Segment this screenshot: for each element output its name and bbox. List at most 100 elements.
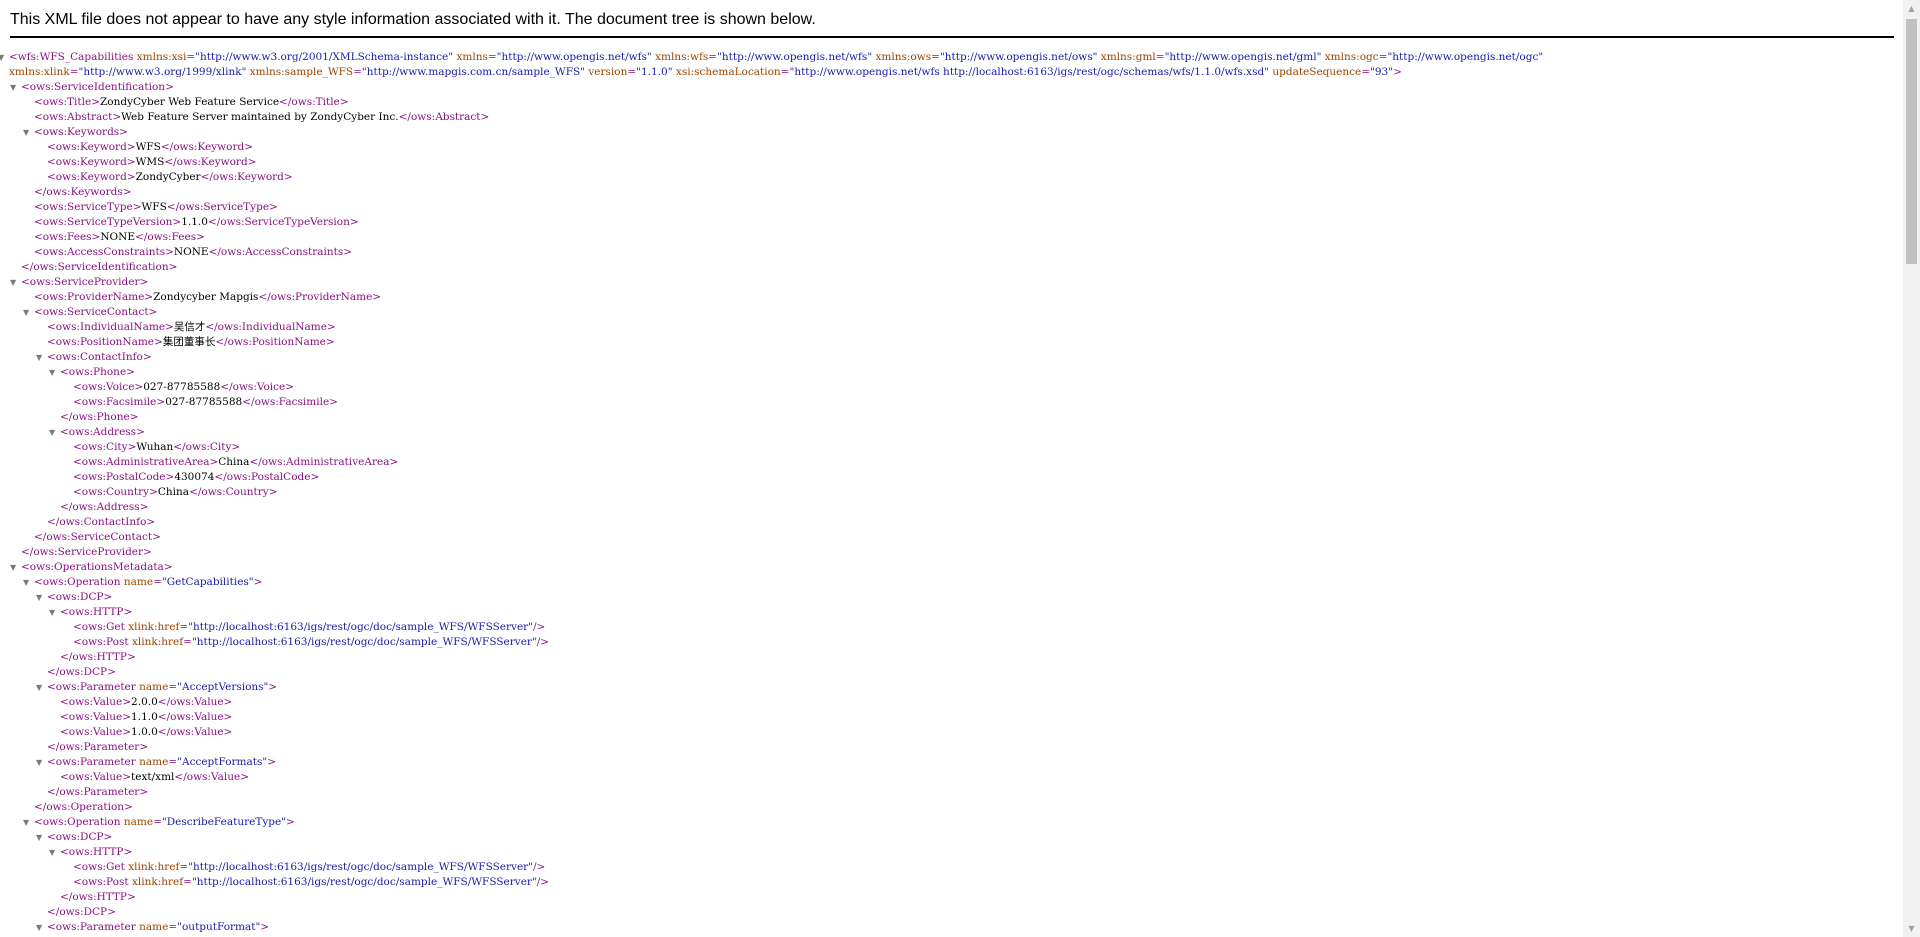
triangle-down-icon[interactable]: ▼ bbox=[49, 845, 60, 860]
triangle-down-icon[interactable]: ▼ bbox=[49, 365, 60, 380]
triangle-down-icon[interactable]: ▼ bbox=[10, 560, 21, 575]
triangle-down-icon[interactable]: ▼ bbox=[36, 680, 47, 695]
xml-element-line: <ows:Keyword>ZondyCyber</ows:Keyword> bbox=[9, 170, 1899, 185]
triangle-down-icon[interactable]: ▼ bbox=[36, 920, 47, 935]
triangle-down-icon[interactable]: ▼ bbox=[0, 50, 9, 65]
triangle-down-icon[interactable]: ▼ bbox=[36, 590, 47, 605]
xml-attr-name: version bbox=[588, 66, 628, 78]
xml-element-line: ▼ <ows:Address> bbox=[9, 425, 1899, 440]
xml-attr-name: xmlns:xlink bbox=[9, 66, 70, 78]
xml-close-tag: </ows:Abstract> bbox=[398, 111, 490, 123]
xml-attr-name: name bbox=[139, 756, 169, 768]
xml-close-tag: </ows:Value> bbox=[157, 696, 233, 708]
xml-close-tag: </ows:Country> bbox=[189, 486, 278, 498]
xml-open-tag: <ows:Parameter bbox=[47, 681, 136, 693]
xml-element-line: <ows:ProviderName>Zondycyber Mapgis</ows… bbox=[9, 290, 1899, 305]
xml-text-value: China bbox=[157, 486, 190, 498]
triangle-down-icon[interactable]: ▼ bbox=[36, 830, 47, 845]
triangle-down-icon[interactable]: ▼ bbox=[10, 80, 21, 95]
xml-close-tag: </ows:DCP> bbox=[47, 906, 116, 918]
xml-attr-name: xlink:href bbox=[131, 876, 184, 888]
xml-close-tag: </ows:Operation> bbox=[34, 801, 133, 813]
xml-text-value: 027-87785588 bbox=[165, 396, 243, 408]
xml-open-tag: <ows:Post bbox=[73, 876, 129, 888]
xml-element-line: </ows:Address> bbox=[9, 500, 1899, 515]
triangle-down-icon[interactable]: ▼ bbox=[10, 275, 21, 290]
xml-close-tag: </ows:Phone> bbox=[60, 411, 139, 423]
xml-text-value: 集团董事长 bbox=[162, 336, 216, 348]
xml-element-line: <ows:ServiceType>WFS</ows:ServiceType> bbox=[9, 200, 1899, 215]
xml-element-line: ▼ <ows:HTTP> bbox=[9, 845, 1899, 860]
triangle-down-icon[interactable]: ▼ bbox=[23, 815, 34, 830]
triangle-down-icon[interactable]: ▼ bbox=[49, 605, 60, 620]
xml-open-tag: <ows:Keywords> bbox=[34, 126, 128, 138]
xml-element-line: <ows:Value>2.0.0</ows:Value> bbox=[9, 695, 1899, 710]
xml-element-line: <ows:AdministrativeArea>China</ows:Admin… bbox=[9, 455, 1899, 470]
triangle-down-icon[interactable]: ▼ bbox=[36, 755, 47, 770]
xml-element-line: <ows:Keyword>WFS</ows:Keyword> bbox=[9, 140, 1899, 155]
xml-element-line: <ows:PositionName>集团董事长</ows:PositionNam… bbox=[9, 335, 1899, 350]
scroll-down-arrow-icon[interactable]: ▼ bbox=[1903, 920, 1920, 937]
xml-element-line: <ows:Get xlink:href="http://localhost:61… bbox=[73, 621, 546, 633]
xml-element-line: ▼ <ows:Parameter name="outputFormat"> bbox=[36, 920, 270, 935]
xml-element-line: ▼ <ows:Operation name="GetCapabilities"> bbox=[23, 575, 263, 590]
xml-open-tag: <ows:Keyword> bbox=[47, 156, 136, 168]
xml-close-tag: </ows:City> bbox=[173, 441, 241, 453]
xml-open-tag: <ows:OperationsMetadata> bbox=[21, 561, 173, 573]
xml-element-line: <ows:Value>1.1.0</ows:Value> bbox=[9, 710, 1899, 725]
xml-attr-value: "1.1.0" bbox=[636, 66, 673, 78]
xml-open-tag: <ows:ServiceContact> bbox=[34, 306, 158, 318]
xml-open-tag: <ows:Parameter bbox=[47, 921, 136, 933]
xml-text-value: ZondyCyber bbox=[135, 171, 201, 183]
scrollbar-thumb[interactable] bbox=[1906, 19, 1917, 264]
xml-attr-value: "http://www.opengis.net/wfs" bbox=[717, 51, 873, 63]
xml-open-tag: <ows:DCP> bbox=[47, 831, 113, 843]
xml-attr-value: "http://www.opengis.net/gml" bbox=[1164, 51, 1322, 63]
xml-attr-name: xmlns:sample_WFS bbox=[249, 66, 354, 78]
xml-attr-name: xsi:schemaLocation bbox=[675, 66, 781, 78]
xml-open-tag: <ows:Voice> bbox=[73, 381, 144, 393]
triangle-down-icon[interactable]: ▼ bbox=[49, 425, 60, 440]
xml-close-tag: </ows:Value> bbox=[174, 771, 249, 783]
xml-element-line: ▼ <ows:DCP> bbox=[9, 830, 1899, 845]
xml-attr-name: xmlns:ows bbox=[875, 51, 932, 63]
xml-element-line: ▼ <ows:ServiceContact> bbox=[9, 305, 1899, 320]
xml-element-line: </ows:ContactInfo> bbox=[9, 515, 1899, 530]
xml-attr-value: "http://www.opengis.net/ows" bbox=[939, 51, 1098, 63]
xml-open-tag: <ows:Abstract> bbox=[34, 111, 122, 123]
xml-open-tag: <ows:Get bbox=[73, 861, 125, 873]
xml-open-tag: <ows:Phone> bbox=[60, 366, 135, 378]
xml-close-tag: </ows:ServiceProvider> bbox=[21, 546, 152, 558]
triangle-down-icon[interactable]: ▼ bbox=[23, 575, 34, 590]
xml-tag-bracket: /> bbox=[533, 861, 546, 873]
xml-close-tag: </ows:ContactInfo> bbox=[47, 516, 156, 528]
triangle-down-icon[interactable]: ▼ bbox=[23, 125, 34, 140]
xml-close-tag: </ows:DCP> bbox=[47, 666, 116, 678]
xml-close-tag: </ows:Title> bbox=[279, 96, 349, 108]
xml-open-tag: <ows:Parameter bbox=[47, 756, 136, 768]
xml-open-tag: <ows:PositionName> bbox=[47, 336, 163, 348]
xml-close-tag: </ows:Keyword> bbox=[200, 171, 293, 183]
xml-text-value: 430074 bbox=[174, 471, 215, 483]
xml-close-tag: </ows:ServiceTypeVersion> bbox=[207, 216, 359, 228]
xml-element-line: ▼ <ows:ServiceProvider> bbox=[9, 275, 1899, 290]
xml-element-line: </ows:HTTP> bbox=[9, 890, 1899, 905]
scroll-up-arrow-icon[interactable]: ▲ bbox=[1903, 0, 1920, 17]
xml-open-tag: <ows:ProviderName> bbox=[34, 291, 154, 303]
xml-open-tag: <ows:Value> bbox=[60, 711, 132, 723]
xml-close-tag: </ows:ServiceIdentification> bbox=[21, 261, 178, 273]
triangle-down-icon[interactable]: ▼ bbox=[36, 350, 47, 365]
xml-attr-name: xlink:href bbox=[128, 861, 180, 873]
xml-attr-value: "outputFormat" bbox=[177, 921, 261, 933]
xml-close-tag: </ows:PositionName> bbox=[215, 336, 335, 348]
xml-open-tag: <wfs:WFS_Capabilities bbox=[9, 51, 134, 63]
triangle-down-icon[interactable]: ▼ bbox=[23, 305, 34, 320]
xml-text-value: 1.0.0 bbox=[131, 726, 158, 738]
xml-open-tag: <ows:Keyword> bbox=[47, 171, 136, 183]
xml-element-line: </ows:Parameter> bbox=[9, 740, 1899, 755]
xml-element-line: <ows:IndividualName>吴信才</ows:IndividualN… bbox=[9, 320, 1899, 335]
xml-close-tag: </ows:Value> bbox=[157, 711, 233, 723]
xml-element-line: </ows:ServiceContact> bbox=[9, 530, 1899, 545]
vertical-scrollbar[interactable]: ▲ ▼ bbox=[1903, 0, 1920, 937]
xml-element-line: ▼ <ows:Parameter name="AcceptVersions"> bbox=[36, 680, 278, 695]
